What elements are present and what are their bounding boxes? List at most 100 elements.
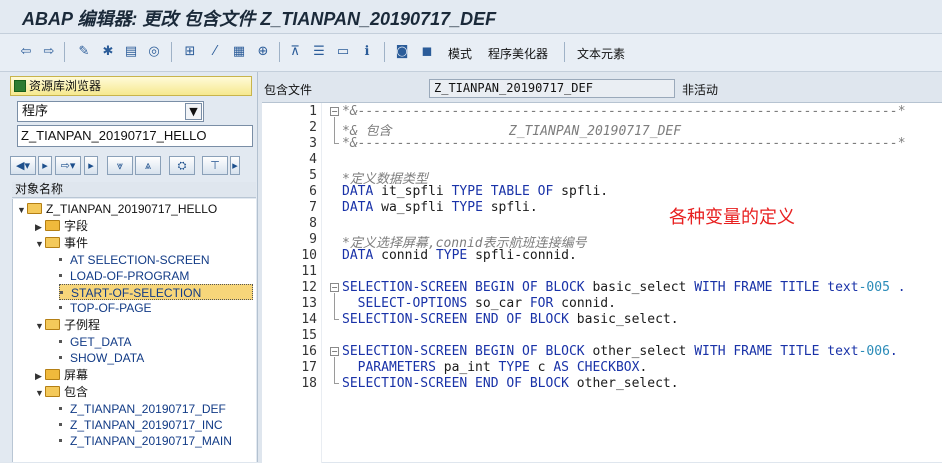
code-line: SELECTION-SCREEN BEGIN OF BLOCK other_se… [342,344,898,359]
collapsed-icon[interactable]: ▶ [35,219,45,235]
back-icon[interactable]: ⇦ [17,42,35,60]
fold-collapse-icon[interactable]: − [330,347,339,356]
line-number: 15 [301,328,317,343]
folder-icon [45,369,60,380]
line-number: 14 [301,312,317,327]
line-number: 12 [301,280,317,295]
pattern-icon[interactable]: ◙ [393,42,411,60]
code-line: SELECT-OPTIONS so_car FOR connid. [342,296,616,311]
repository-browser-label: 资源库浏览器 [29,79,102,93]
object-navigator-panel: 资源库浏览器 程序 ▼ Z_TIANPAN_20190717_HELLO ◀▾ … [0,72,262,462]
expand-icon[interactable]: ⩔ [107,156,133,175]
line-number-gutter: 1 2 3 4 5 6 7 8 9 10 11 12 13 14 15 16 1… [262,103,322,463]
tree-leaf-include[interactable]: Z_TIANPAN_20190717_INC [59,417,223,433]
tree-node-subroutines[interactable]: ▼ 子例程 [35,317,100,333]
tree-node-includes[interactable]: ▼ 包含 [35,384,88,400]
bullet-icon [59,340,62,343]
hierarchy-tree-icon[interactable]: ⊤ [202,156,228,175]
tree-node-fields[interactable]: ▶ 字段 [35,218,88,234]
history-back-icon[interactable]: ▸ [38,156,52,175]
object-tree: ▼ Z_TIANPAN_20190717_HELLO ▶ 字段 ▼ 事件 AT SEL… [12,199,256,462]
pattern-button[interactable]: 模式 [448,45,472,62]
window-title: ABAP 编辑器: 更改 包含文件 Z_TIANPAN_20190717_DEF [22,9,497,29]
gutter-divider [321,103,322,463]
text-elements-button[interactable]: 文本元素 [577,45,625,62]
line-number: 17 [301,360,317,375]
tree-node-label: 包含 [64,385,89,399]
tree-leaf-label: Z_TIANPAN_20190717_INC [70,418,223,432]
edit-icon[interactable]: ⁄ [206,42,224,60]
tree-leaf-label: AT SELECTION-SCREEN [70,253,210,267]
tree-node-screens[interactable]: ▶ 屏幕 [35,367,88,383]
previous-object-icon[interactable]: ◀▾ [10,156,36,175]
navigator-toolbar: ◀▾ ▸ ⇨▾ ▸ ⩔ ⩓ ⛭ ⊤ ▸ [10,154,255,178]
expanded-icon[interactable]: ▼ [35,318,45,334]
fold-collapse-icon[interactable]: − [330,107,339,116]
check-icon[interactable]: ⊞ [181,42,199,60]
chevron-down-icon[interactable]: ▼ [185,103,202,120]
collapsed-icon[interactable]: ▶ [35,368,45,384]
toolbar-separator [171,42,172,62]
title-bar: ABAP 编辑器: 更改 包含文件 Z_TIANPAN_20190717_DEF [0,0,942,34]
expanded-icon[interactable]: ▼ [35,385,45,401]
line-number: 9 [309,232,317,247]
line-number: 2 [309,120,317,135]
other-object-icon[interactable]: ▤ [122,42,140,60]
line-number: 18 [301,376,317,391]
tree-leaf-label: LOAD-OF-PROGRAM [70,269,190,283]
history-forward-icon[interactable]: ▸ [84,156,98,175]
activate-icon[interactable]: ✱ [99,42,117,60]
collapse-icon[interactable]: ⩓ [135,156,161,175]
stack-icon[interactable]: ⊼ [286,42,304,60]
tree-leaf-event[interactable]: TOP-OF-PAGE [59,300,152,316]
annotation-text: 各种变量的定义 [669,207,795,228]
pretty-printer-button[interactable]: 程序美化器 [488,45,548,62]
repository-icon [14,80,26,92]
test-icon[interactable]: ▦ [230,42,248,60]
window-icon[interactable]: ▭ [334,42,352,60]
binoculars-icon[interactable]: ⛭ [169,156,195,175]
tree-node-events[interactable]: ▼ 事件 [35,235,88,251]
bullet-icon [59,439,62,442]
tree-leaf-event[interactable]: AT SELECTION-SCREEN [59,252,210,268]
tree-node-root[interactable]: ▼ Z_TIANPAN_20190717_HELLO [17,201,217,217]
tree-leaf-label: SHOW_DATA [70,351,145,365]
fold-guide [334,293,335,319]
object-type-select[interactable]: 程序 ▼ [17,101,204,122]
bullet-icon [59,407,62,410]
more-icon[interactable]: ▸ [230,156,240,175]
line-number: 16 [301,344,317,359]
tree-column-header: 对象名称 [12,182,256,198]
tree-leaf-event-selected[interactable]: START-OF-SELECTION [59,284,253,300]
tree-leaf-label: Z_TIANPAN_20190717_MAIN [70,434,232,448]
application-toolbar: ⇦ ⇨ ✎ ✱ ▤ ◎ ⊞ ⁄ ▦ ⊕ ⊼ ☰ ▭ ℹ ◙ ◼ 模式 程序美化器… [0,34,942,72]
fold-collapse-icon[interactable]: − [330,283,339,292]
editor-panel: 包含文件 Z_TIANPAN_20190717_DEF 非活动 1 2 3 4 … [257,72,942,463]
tree-leaf-label: GET_DATA [70,335,132,349]
hierarchy-icon[interactable]: ⊕ [254,42,272,60]
code-editor[interactable]: 1 2 3 4 5 6 7 8 9 10 11 12 13 14 15 16 1… [262,102,942,463]
bullet-icon [59,423,62,426]
line-number: 7 [309,200,317,215]
expanded-icon[interactable]: ▼ [35,236,45,252]
object-name-input[interactable]: Z_TIANPAN_20190717_HELLO [17,125,253,147]
tree-leaf-include[interactable]: Z_TIANPAN_20190717_MAIN [59,433,232,449]
toolbar-separator [64,42,65,62]
code-line: SELECTION-SCREEN END OF BLOCK basic_sele… [342,312,679,327]
tree-leaf-include[interactable]: Z_TIANPAN_20190717_DEF [59,401,226,417]
bullet-icon [59,258,62,261]
code-line: DATA it_spfli TYPE TABLE OF spfli. [342,184,609,199]
display-change-icon[interactable]: ✎ [75,42,93,60]
list-icon[interactable]: ☰ [310,42,328,60]
bullet-icon [59,356,62,359]
tree-leaf-subroutine[interactable]: GET_DATA [59,334,132,350]
repository-browser-button[interactable]: 资源库浏览器 [10,76,252,96]
tree-leaf-subroutine[interactable]: SHOW_DATA [59,350,144,366]
pretty-printer-icon[interactable]: ◼ [418,42,436,60]
info-icon[interactable]: ℹ [358,42,376,60]
expanded-icon[interactable]: ▼ [17,202,27,218]
forward-icon[interactable]: ⇨ [40,42,58,60]
next-object-icon[interactable]: ⇨▾ [55,156,81,175]
tree-leaf-event[interactable]: LOAD-OF-PROGRAM [59,268,189,284]
where-used-icon[interactable]: ◎ [145,42,163,60]
